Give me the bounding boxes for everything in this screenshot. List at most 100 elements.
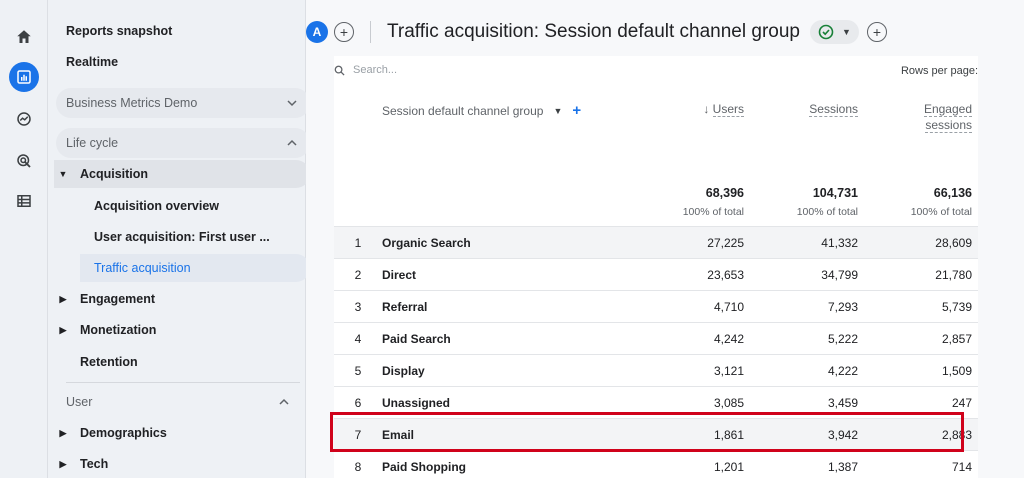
sessions-total-pct: 100% of total	[796, 206, 858, 218]
sidebar-item-engagement[interactable]: ▶ Engagement	[54, 285, 310, 313]
configure-icon[interactable]	[9, 186, 39, 216]
row-channel: Paid Shopping	[382, 459, 466, 474]
customize-report-button[interactable]: +	[866, 22, 887, 42]
row-engaged: 28,609	[935, 235, 972, 250]
report-header: A + Traffic acquisition: Session default…	[306, 14, 986, 50]
table-search[interactable]: Search...	[334, 64, 397, 76]
row-users: 23,653	[707, 267, 744, 282]
row-users: 4,710	[713, 299, 744, 314]
sidebar-divider	[66, 382, 300, 383]
add-dimension-button[interactable]: +	[572, 102, 581, 119]
collection-label: Business Metrics Demo	[66, 96, 198, 110]
section-user-label: User	[66, 395, 93, 409]
caret-right-icon: ▶	[59, 458, 67, 469]
row-index: 5	[354, 363, 362, 378]
sidebar-item-engagement-label: Engagement	[80, 292, 156, 306]
users-column-header[interactable]: ↓ Users	[654, 101, 744, 117]
sessions-column-header[interactable]: Sessions	[768, 101, 858, 117]
engaged-total-pct: 100% of total	[910, 206, 972, 218]
caret-down-icon: ▼	[841, 27, 851, 37]
row-index: 8	[354, 459, 362, 474]
table-row[interactable]: 3 Referral 4,710 7,293 5,739	[334, 290, 978, 322]
highlight-box	[330, 412, 964, 452]
explore-icon[interactable]	[9, 104, 39, 134]
caret-right-icon: ▶	[59, 324, 67, 335]
sidebar-item-tech-label: Tech	[80, 457, 109, 471]
row-index: 3	[354, 299, 362, 314]
header-divider	[370, 21, 371, 43]
users-header-label: Users	[712, 102, 744, 117]
table-row[interactable]: 4 Paid Search 4,242 5,222 2,857	[334, 322, 978, 354]
data-status-dropdown[interactable]: ▼	[809, 20, 859, 44]
sidebar-item-reports-snapshot[interactable]: Reports snapshot	[66, 17, 172, 45]
caret-down-icon[interactable]: ▼	[553, 106, 562, 116]
row-index: 1	[354, 235, 362, 250]
users-total-value: 68,396	[705, 186, 744, 200]
sort-desc-icon: ↓	[703, 102, 713, 116]
row-users: 27,225	[707, 235, 744, 250]
section-lifecycle-label: Life cycle	[66, 136, 119, 150]
row-engaged: 5,739	[941, 299, 972, 314]
dimension-column-header[interactable]: Session default channel group ▼ +	[382, 102, 581, 119]
sidebar-item-traffic-acquisition[interactable]: Traffic acquisition	[80, 254, 310, 282]
row-engaged: 21,780	[935, 267, 972, 282]
section-user[interactable]: User	[66, 388, 290, 416]
engaged-header-label-2: sessions	[925, 118, 972, 133]
row-index: 6	[354, 395, 362, 410]
users-total-pct: 100% of total	[682, 206, 744, 218]
caret-down-icon: ▼	[58, 169, 68, 179]
row-sessions: 7,293	[827, 299, 858, 314]
row-users: 3,121	[713, 363, 744, 378]
row-sessions: 4,222	[827, 363, 858, 378]
sidebar-item-tech[interactable]: ▶ Tech	[54, 450, 310, 478]
sessions-total-value: 104,731	[812, 186, 858, 200]
row-engaged: 714	[951, 459, 972, 474]
collection-selector[interactable]: Business Metrics Demo	[56, 88, 310, 118]
section-lifecycle[interactable]: Life cycle	[56, 128, 310, 158]
chevron-up-icon	[279, 398, 289, 405]
sidebar-item-demographics[interactable]: ▶ Demographics	[54, 419, 310, 447]
table-row[interactable]: 5 Display 3,121 4,222 1,509	[334, 354, 978, 386]
sidebar-nav: Reports snapshot Realtime Business Metri…	[48, 0, 310, 478]
chevron-down-icon	[287, 100, 297, 107]
row-channel: Unassigned	[382, 395, 451, 410]
users-total: 68,396 100% of total	[654, 186, 744, 218]
comparison-avatar[interactable]: A	[306, 21, 328, 43]
sidebar-item-retention-label: Retention	[80, 355, 138, 369]
row-engaged: 2,857	[941, 331, 972, 346]
engaged-sessions-column-header[interactable]: Engaged sessions	[882, 101, 972, 133]
row-users: 3,085	[713, 395, 744, 410]
sidebar-item-user-acquisition[interactable]: User acquisition: First user ...	[94, 223, 270, 251]
icon-rail	[0, 0, 48, 478]
table-row[interactable]: 2 Direct 23,653 34,799 21,780	[334, 258, 978, 290]
sidebar-item-retention[interactable]: Retention	[54, 348, 310, 376]
sidebar-item-monetization-label: Monetization	[80, 323, 157, 337]
engaged-total: 66,136 100% of total	[882, 186, 972, 218]
sidebar-item-acquisition[interactable]: ▼ Acquisition	[54, 160, 310, 188]
row-index: 2	[354, 267, 362, 282]
table-row[interactable]: 1 Organic Search 27,225 41,332 28,609	[334, 226, 978, 258]
row-index: 4	[354, 331, 362, 346]
sidebar-item-monetization[interactable]: ▶ Monetization	[54, 316, 310, 344]
sidebar-item-realtime[interactable]: Realtime	[66, 48, 118, 76]
advertising-icon[interactable]	[9, 146, 39, 176]
add-comparison-button[interactable]: +	[334, 22, 354, 42]
table-row[interactable]: 8 Paid Shopping 1,201 1,387 714	[334, 450, 978, 478]
search-icon	[334, 65, 345, 76]
row-users: 4,242	[713, 331, 744, 346]
engaged-total-value: 66,136	[933, 186, 972, 200]
dimension-header-label: Session default channel group	[382, 103, 544, 118]
caret-right-icon: ▶	[59, 293, 67, 304]
engaged-header-label-1: Engaged	[923, 102, 972, 117]
row-sessions: 3,459	[827, 395, 858, 410]
search-input[interactable]: Search...	[353, 64, 397, 76]
row-sessions: 34,799	[821, 267, 858, 282]
row-channel: Organic Search	[382, 235, 471, 250]
home-icon[interactable]	[9, 22, 39, 52]
row-channel: Referral	[382, 299, 428, 314]
sidebar-item-acquisition-overview[interactable]: Acquisition overview	[94, 192, 219, 220]
reports-icon[interactable]	[9, 62, 39, 92]
row-channel: Display	[382, 363, 425, 378]
row-engaged: 1,509	[941, 363, 972, 378]
sidebar-item-demographics-label: Demographics	[80, 426, 167, 440]
